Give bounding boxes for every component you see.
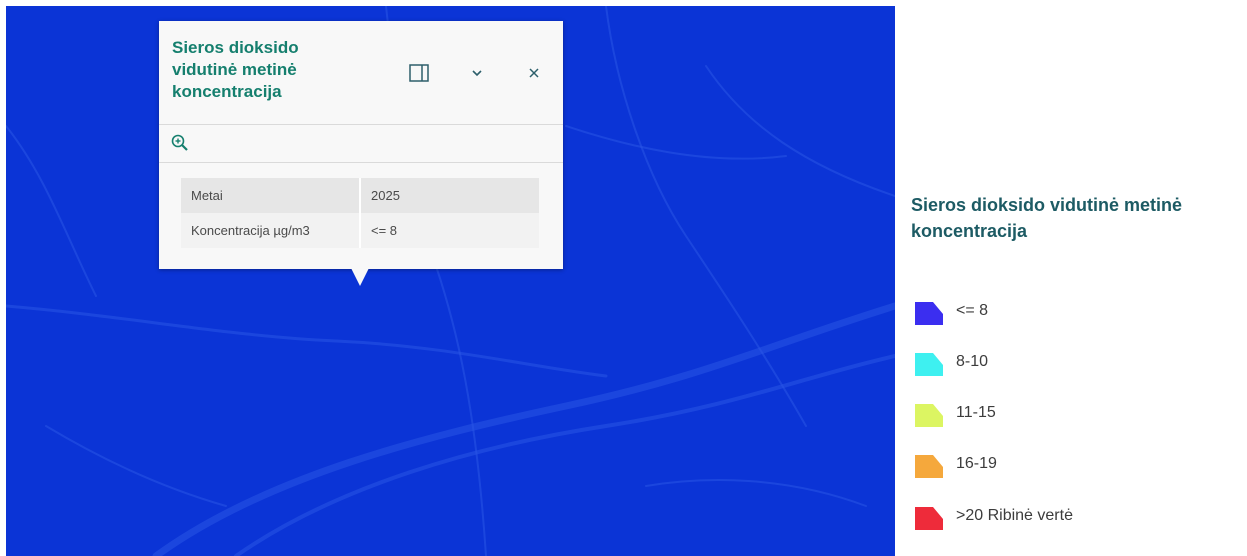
legend-swatch: [915, 353, 943, 376]
table-row: Koncentracija µg/m3 <= 8: [181, 213, 539, 248]
legend-swatch: [915, 507, 943, 530]
popup-title-line-1: Sieros dioksido: [172, 38, 299, 57]
popup-title-line-2: vidutinė metinė: [172, 60, 297, 79]
legend-item: <= 8: [911, 298, 1231, 328]
popup-pointer: [351, 268, 369, 286]
legend-label: 11-15: [956, 404, 996, 421]
attribute-key: Koncentracija µg/m3: [181, 213, 361, 248]
legend-item: >20 Ribinė vertė: [911, 503, 1231, 533]
zoom-to-button[interactable]: [170, 133, 192, 155]
attribute-value: <= 8: [360, 213, 539, 248]
attribute-key: Metai: [181, 178, 361, 213]
legend-item: 8-10: [911, 349, 1231, 379]
popup-divider: [159, 162, 563, 163]
legend-swatch: [915, 455, 943, 478]
legend-label: 16-19: [956, 455, 997, 472]
close-button[interactable]: [523, 62, 545, 84]
attribute-value: 2025: [360, 178, 539, 213]
legend-swatch: [915, 404, 943, 427]
legend-label: >20 Ribinė vertė: [956, 507, 1073, 524]
collapse-button[interactable]: [466, 62, 488, 84]
legend-label: <= 8: [956, 302, 989, 319]
legend-swatch: [915, 302, 943, 325]
legend-title: Sieros dioksido vidutinė metinė koncentr…: [911, 195, 1183, 241]
legend-item: 11-15: [911, 400, 1231, 430]
table-row: Metai 2025: [181, 178, 539, 213]
attribute-table: Metai 2025 Koncentracija µg/m3 <= 8: [181, 178, 539, 248]
zoom-in-icon: [171, 134, 188, 151]
legend-item: 16-19: [911, 451, 1231, 481]
chevron-down-icon: [472, 70, 482, 77]
dock-icon: [409, 64, 429, 82]
dock-button[interactable]: [408, 62, 430, 84]
popup-divider: [159, 124, 563, 125]
close-icon: [529, 68, 539, 78]
popup-title-line-3: koncentracija: [172, 82, 282, 101]
feature-popup: Sieros dioksido vidutinė metinė koncentr…: [159, 21, 563, 269]
map-canvas[interactable]: Sieros dioksido vidutinė metinė koncentr…: [6, 6, 895, 556]
legend-label: 8-10: [956, 353, 989, 370]
popup-title: Sieros dioksido vidutinė metinė koncentr…: [172, 37, 372, 103]
